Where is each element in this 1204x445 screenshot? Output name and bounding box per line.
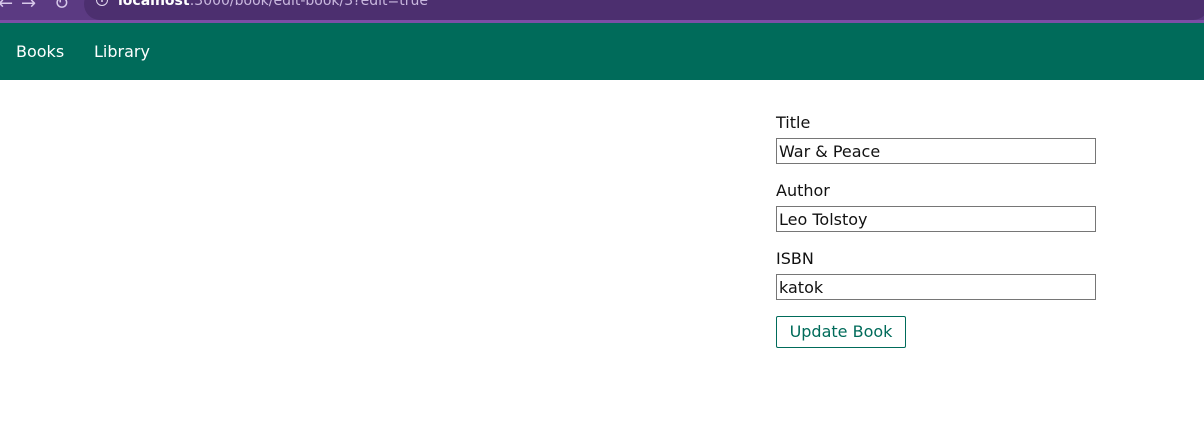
author-input[interactable] <box>776 206 1096 232</box>
author-label: Author <box>776 181 830 200</box>
url-path: :3000/book/edit-book/3?edit=true <box>189 0 428 9</box>
forward-arrow-icon[interactable]: → <box>21 0 36 14</box>
back-arrow-icon[interactable]: ← <box>0 0 13 14</box>
url-host: localhost <box>118 0 190 9</box>
edit-book-form: Title Author ISBN Update Book <box>776 113 1096 348</box>
nav-link-library[interactable]: Library <box>94 42 150 62</box>
browser-toolbar: ← → ↻ i localhost:3000/book/edit-book/3?… <box>0 0 1204 23</box>
nav-link-books[interactable]: Books <box>16 42 64 62</box>
isbn-input[interactable] <box>776 274 1096 300</box>
title-label: Title <box>776 113 811 132</box>
reload-icon[interactable]: ↻ <box>54 0 69 14</box>
app-navbar: Books Library <box>0 23 1204 80</box>
update-book-button[interactable]: Update Book <box>776 316 906 348</box>
address-url[interactable]: localhost:3000/book/edit-book/3?edit=tru… <box>118 0 428 9</box>
isbn-label: ISBN <box>776 249 814 268</box>
title-input[interactable] <box>776 138 1096 164</box>
